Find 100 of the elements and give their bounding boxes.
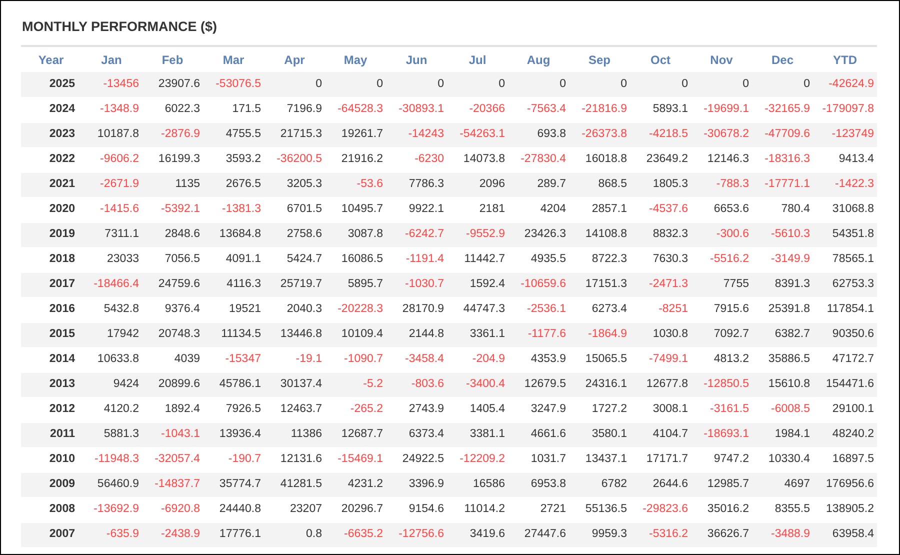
year-cell: 2017 [21, 272, 81, 297]
column-header: Dec [752, 46, 813, 72]
table-cell: 7196.9 [264, 97, 325, 122]
table-cell: 23033 [81, 247, 142, 272]
table-cell: 56460.9 [81, 472, 142, 497]
column-header: Oct [630, 46, 691, 72]
table-cell: -27830.4 [508, 147, 569, 172]
table-cell: 25391.8 [752, 297, 813, 322]
table-cell: -1415.6 [81, 197, 142, 222]
table-cell: 3580.1 [569, 422, 630, 447]
table-cell: 0 [569, 72, 630, 97]
table-cell: 4697 [752, 472, 813, 497]
year-cell: 2024 [21, 97, 81, 122]
table-cell: 2181 [447, 197, 508, 222]
table-cell: 13936.4 [203, 422, 264, 447]
table-cell: 41281.5 [264, 472, 325, 497]
table-cell: -7499.1 [630, 347, 691, 372]
table-cell: -1864.9 [569, 322, 630, 347]
table-cell: -803.6 [386, 372, 447, 397]
table-cell: 1805.3 [630, 172, 691, 197]
table-cell: -54263.1 [447, 122, 508, 147]
table-cell: 4231.2 [325, 472, 386, 497]
table-cell: -1030.7 [386, 272, 447, 297]
table-cell: 9424 [81, 372, 142, 397]
table-cell: -13456 [81, 72, 142, 97]
table-cell: 2848.6 [142, 222, 203, 247]
table-cell: 21715.3 [264, 122, 325, 147]
table-cell: -9552.9 [447, 222, 508, 247]
table-cell: 54351.8 [813, 222, 877, 247]
table-cell: -21816.9 [569, 97, 630, 122]
table-cell: 29100.1 [813, 397, 877, 422]
table-cell: 11442.7 [447, 247, 508, 272]
table-cell: 20899.6 [142, 372, 203, 397]
table-cell: -1043.1 [142, 422, 203, 447]
table-cell: 7056.5 [142, 247, 203, 272]
table-cell: -179097.8 [813, 97, 877, 122]
table-cell: 0 [264, 72, 325, 97]
table-cell: -12756.6 [386, 522, 447, 547]
table-cell: 10187.8 [81, 122, 142, 147]
table-cell: 47172.7 [813, 347, 877, 372]
table-cell: -190.7 [203, 447, 264, 472]
table-cell: 3247.9 [508, 397, 569, 422]
year-cell: 2009 [21, 472, 81, 497]
table-cell: 12985.7 [691, 472, 752, 497]
table-cell: 8722.3 [569, 247, 630, 272]
table-cell: 13446.8 [264, 322, 325, 347]
column-header: Year [21, 46, 81, 72]
table-cell: 16586 [447, 472, 508, 497]
table-cell: -3161.5 [691, 397, 752, 422]
year-cell: 2016 [21, 297, 81, 322]
table-cell: -3149.9 [752, 247, 813, 272]
table-cell: 4120.2 [81, 397, 142, 422]
table-cell: 4661.6 [508, 422, 569, 447]
table-cell: -1422.3 [813, 172, 877, 197]
table-cell: -5516.2 [691, 247, 752, 272]
table-cell: 1135 [142, 172, 203, 197]
table-cell: 23207 [264, 497, 325, 522]
table-cell: -14243 [386, 122, 447, 147]
column-header: Jul [447, 46, 508, 72]
year-cell: 2010 [21, 447, 81, 472]
table-cell: -15469.1 [325, 447, 386, 472]
year-cell: 2007 [21, 522, 81, 547]
table-cell: 17171.7 [630, 447, 691, 472]
table-cell: 44747.3 [447, 297, 508, 322]
table-cell: 4116.3 [203, 272, 264, 297]
table-cell: -9606.2 [81, 147, 142, 172]
table-cell: 16086.5 [325, 247, 386, 272]
table-cell: 0.8 [264, 522, 325, 547]
table-cell: -26373.8 [569, 122, 630, 147]
table-cell: 15610.8 [752, 372, 813, 397]
table-cell: 10633.8 [81, 347, 142, 372]
table-cell: 2644.6 [630, 472, 691, 497]
table-cell: 24759.6 [142, 272, 203, 297]
table-cell: -2438.9 [142, 522, 203, 547]
table-cell: 14108.8 [569, 222, 630, 247]
table-cell: 9959.3 [569, 522, 630, 547]
table-cell: 0 [691, 72, 752, 97]
column-header: Jun [386, 46, 447, 72]
table-cell: -300.6 [691, 222, 752, 247]
table-cell: 19521 [203, 297, 264, 322]
table-cell: -204.9 [447, 347, 508, 372]
table-cell: -1177.6 [508, 322, 569, 347]
table-cell: 289.7 [508, 172, 569, 197]
table-cell: 12463.7 [264, 397, 325, 422]
table-cell: -14837.7 [142, 472, 203, 497]
table-cell: 1030.8 [630, 322, 691, 347]
table-cell: -8251 [630, 297, 691, 322]
table-cell: 30137.4 [264, 372, 325, 397]
table-cell: 2857.1 [569, 197, 630, 222]
table-cell: 3419.6 [447, 522, 508, 547]
table-cell: 11014.2 [447, 497, 508, 522]
table-cell: -12850.5 [691, 372, 752, 397]
column-header: Jan [81, 46, 142, 72]
table-cell: -20366 [447, 97, 508, 122]
table-cell: 35774.7 [203, 472, 264, 497]
table-cell: 28170.9 [386, 297, 447, 322]
table-cell: 17151.3 [569, 272, 630, 297]
table-cell: 2721 [508, 497, 569, 522]
table-cell: -6008.5 [752, 397, 813, 422]
table-cell: 7311.1 [81, 222, 142, 247]
